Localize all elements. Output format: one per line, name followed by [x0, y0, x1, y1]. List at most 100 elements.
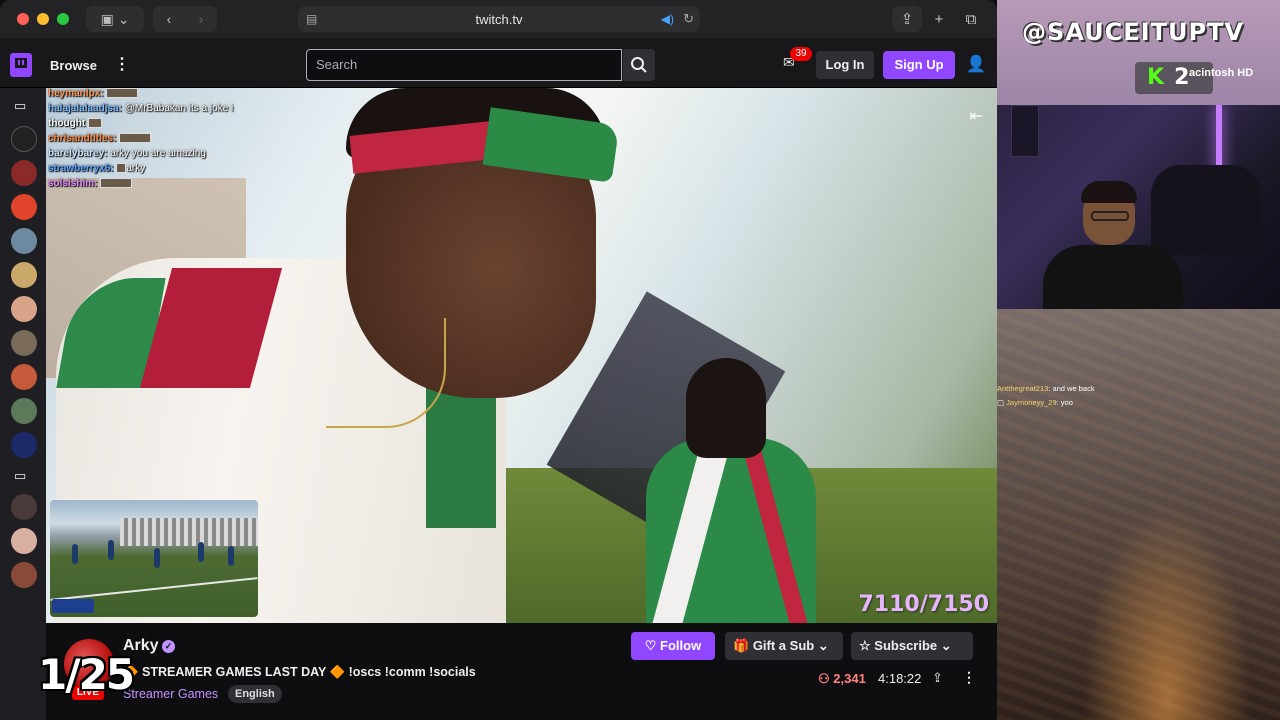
more-menu-icon[interactable]: ⋮ [114, 54, 130, 74]
kick-count: 2 [1174, 65, 1190, 90]
login-button[interactable]: Log In [816, 51, 874, 79]
disk-label: acintosh HD [1189, 67, 1254, 79]
streamer [1043, 181, 1183, 309]
chevron-down-icon: ⌄ [940, 638, 952, 653]
channel-avatar[interactable] [11, 364, 37, 390]
person-icon: ⚇ [818, 671, 830, 686]
channel-avatar[interactable] [11, 494, 37, 520]
twitch-logo-icon[interactable] [10, 53, 32, 77]
emote-icon [119, 133, 152, 144]
back-button[interactable]: ‹ [153, 11, 185, 27]
broadcast-logo-icon [52, 599, 94, 613]
channel-avatar[interactable] [11, 194, 37, 220]
channel-avatar[interactable] [11, 160, 37, 186]
chat-message: halajalalaadjsa: @MrBabakan its a joke i [48, 103, 234, 114]
chat-message: strawberryx6: arky [48, 163, 146, 174]
verified-icon: ✓ [162, 640, 175, 653]
more-options-icon[interactable]: ⋮ [962, 669, 976, 686]
channel-avatar[interactable] [11, 432, 37, 458]
side-chat-row: Antthegreat213: and we back [997, 384, 1095, 393]
chat-overlay: heymanlpx: halajalalaadjsa: @MrBabakan i… [48, 86, 308, 191]
minimize-window-button[interactable] [37, 13, 49, 25]
side-chat: Antthegreat213: and we back ▢ Jaymoneyy_… [997, 382, 1280, 410]
user-menu-icon[interactable]: 👤 [966, 54, 986, 74]
overlay-counter: 1/25 [38, 650, 135, 699]
maximize-window-button[interactable] [57, 13, 69, 25]
picture-in-picture-player[interactable] [50, 500, 258, 617]
stadium-stands [120, 518, 258, 546]
pip-athlete [154, 548, 160, 568]
pip-athlete [228, 546, 234, 566]
navigation-buttons: ‹ › [153, 6, 217, 32]
inbox-count-badge: 39 [790, 47, 812, 61]
channel-avatar[interactable] [11, 398, 37, 424]
goal-counter: 7110/7150 [858, 592, 990, 617]
sidebar-icon: ▣ [100, 10, 114, 27]
kick-logo-icon: K [1147, 65, 1165, 90]
chat-message: barelybarey: arky you are amazing [48, 148, 206, 159]
video-camera-icon[interactable]: ▭ [14, 98, 26, 114]
channel-avatar[interactable] [11, 228, 37, 254]
channel-avatar[interactable] [11, 296, 37, 322]
chevron-down-icon: ⌄ [817, 638, 829, 653]
sidebar-toggle-button[interactable]: ▣ ⌄ [86, 6, 144, 32]
gift-icon: 🎁 [733, 638, 753, 653]
viewer-count: ⚇ 2,341 [818, 671, 866, 686]
browser-window: ▣ ⌄ ‹ › ▤ twitch.tv ◀) ↻ ⇪ + ⧉ Browse ⋮ S… [0, 0, 997, 720]
stream-uptime: 4:18:22 [878, 671, 922, 686]
emote-icon [100, 178, 133, 189]
twitch-top-nav: Browse ⋮ Search ✉ 39 Log In Sign Up 👤 [0, 38, 997, 88]
share-icon[interactable]: ⇪ [932, 670, 943, 686]
signup-button[interactable]: Sign Up [883, 51, 955, 79]
video-camera-icon[interactable]: ▭ [14, 468, 26, 484]
screen: @SAUCEITUPTV K2 acintosh HD Antthegreat2… [0, 0, 1280, 720]
close-window-button[interactable] [17, 13, 29, 25]
channel-avatar[interactable] [11, 330, 37, 356]
follow-button[interactable]: ♡ Follow [631, 632, 715, 660]
title-bar: ▣ ⌄ ‹ › ▤ twitch.tv ◀) ↻ ⇪ + ⧉ [0, 0, 997, 38]
city-background [997, 308, 1280, 720]
search-icon [631, 57, 647, 73]
webcam-feed [991, 105, 1280, 309]
forward-button[interactable]: › [185, 11, 217, 27]
chat-message: chrisandtitles: [48, 131, 308, 146]
language-tag[interactable]: English [228, 685, 282, 703]
tabs-icon: ⧉ [965, 10, 977, 28]
audio-playing-icon[interactable]: ◀) [661, 12, 674, 26]
new-tab-button[interactable]: + [924, 6, 954, 32]
search-input[interactable]: Search [306, 49, 622, 81]
streamer-handle: @SAUCEITUPTV [1022, 18, 1244, 46]
browse-link[interactable]: Browse [50, 58, 97, 73]
reload-icon[interactable]: ↻ [683, 11, 694, 27]
stream-title: 🔶 STREAMER GAMES LAST DAY 🔶 !oscs !comm … [123, 665, 476, 679]
chat-message: heymanlpx: [48, 86, 308, 101]
emote-icon [116, 163, 127, 174]
channel-avatar[interactable] [11, 262, 37, 288]
chat-message: solsishim: [48, 176, 308, 191]
share-icon: ⇪ [900, 11, 914, 28]
stream-info-bar: LIVE Arky ✓ 🔶 STREAMER GAMES LAST DAY 🔶 … [46, 623, 997, 720]
pip-athlete [72, 544, 78, 564]
heart-icon: ♡ [644, 638, 661, 653]
collapse-arrow-icon[interactable]: ⇤ [970, 106, 983, 126]
side-chat-row: ▢ Jaymoneyy_29: yoo [997, 398, 1073, 407]
chat-message: thought [48, 116, 308, 131]
channel-avatar[interactable] [11, 126, 37, 152]
pip-athlete [108, 540, 114, 560]
field-line [50, 577, 258, 601]
channel-avatar[interactable] [11, 528, 37, 554]
channel-avatar[interactable] [11, 562, 37, 588]
category-link[interactable]: Streamer Games [123, 687, 218, 701]
chevron-down-icon: ⌄ [117, 10, 130, 27]
tab-overview-button[interactable]: ⧉ [956, 6, 986, 32]
emote-icon [106, 88, 139, 99]
subscribe-button[interactable]: ☆ Subscribe ⌄ [851, 632, 973, 660]
address-bar[interactable]: ▤ twitch.tv ◀) ↻ [298, 6, 700, 32]
url-text: twitch.tv [475, 11, 523, 27]
star-icon: ☆ [859, 638, 875, 653]
gift-sub-button[interactable]: 🎁 Gift a Sub ⌄ [725, 632, 843, 660]
search-button[interactable] [623, 49, 655, 81]
share-button[interactable]: ⇪ [892, 6, 922, 32]
emote-icon [87, 118, 102, 129]
page-menu-icon[interactable]: ▤ [306, 12, 317, 26]
